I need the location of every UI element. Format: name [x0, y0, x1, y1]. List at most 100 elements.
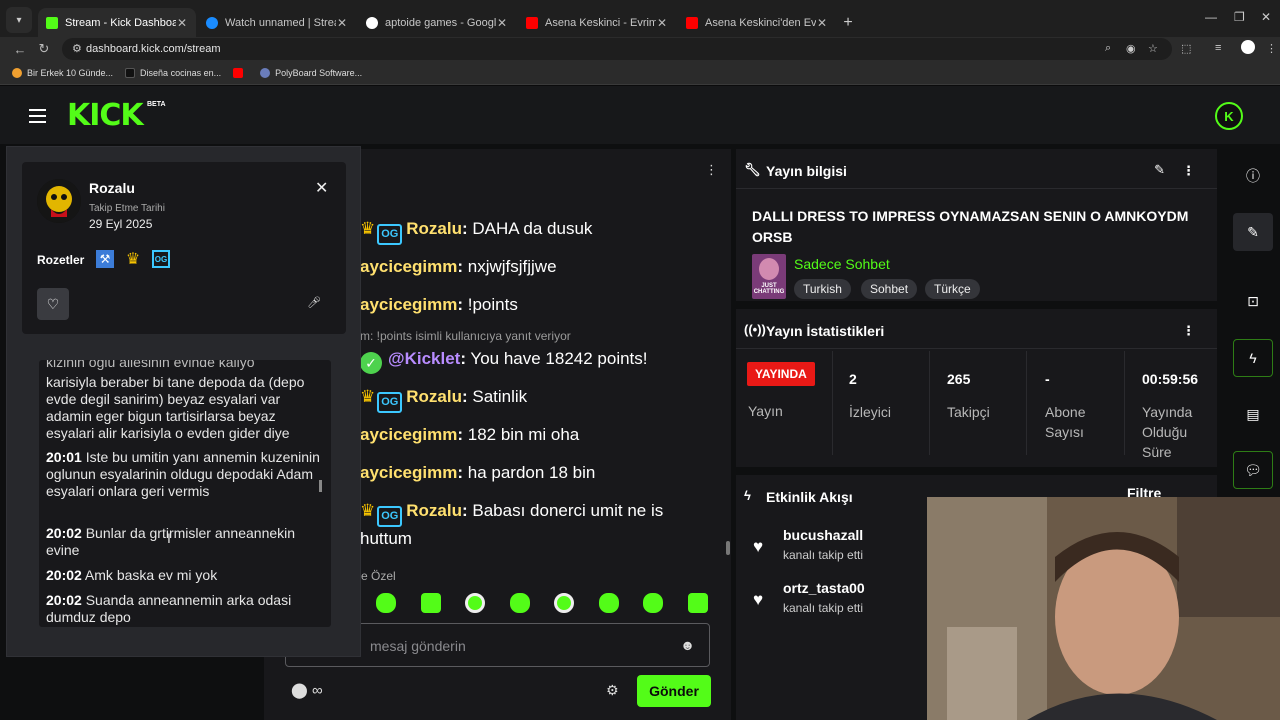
close-tab-icon[interactable]: ✕ — [336, 16, 348, 30]
bolt-icon[interactable]: ϟ — [1233, 339, 1273, 377]
chat-username[interactable]: Rozalu — [406, 501, 462, 520]
stat-viewers: 2 İzleyici — [832, 351, 929, 455]
stat-label: Yayında Olduğu Süre — [1142, 404, 1193, 460]
mute-icon[interactable]: 🎤︎ — [307, 296, 321, 309]
reload-icon[interactable]: ↻ — [32, 41, 56, 57]
category-thumbnail[interactable]: JUST CHATTING — [752, 254, 786, 299]
url-field[interactable]: dashboard.kick.com/stream — [62, 38, 1172, 60]
activity-item: ♥ ortz_tasta00 kanalı takip etti — [753, 580, 865, 615]
screen-capture-icon[interactable]: ⊡ — [1233, 282, 1273, 320]
badges-label: Rozetler — [37, 253, 85, 267]
chat-settings-icon[interactable]: ⚙ — [606, 682, 619, 699]
emote-icon[interactable] — [420, 593, 441, 613]
minimize-icon[interactable]: — — [1205, 10, 1217, 24]
chat-username[interactable]: aycicegimm — [360, 257, 457, 276]
close-window-icon[interactable]: ✕ — [1261, 10, 1271, 24]
chat-username[interactable]: aycicegimm — [360, 463, 457, 482]
activity-username[interactable]: ortz_tasta00 — [783, 580, 865, 596]
emote-icon[interactable] — [598, 593, 619, 613]
menu-icon[interactable] — [29, 109, 46, 127]
bookmarks-bar: Bir Erkek 10 Günde... Diseña cocinas en.… — [0, 61, 1280, 85]
close-tab-icon[interactable]: ✕ — [816, 16, 828, 30]
chat-username[interactable]: Rozalu — [406, 387, 462, 406]
tab-title: aptoide games - Google'da Ara — [385, 16, 496, 29]
chat-text: DAHA da dusuk — [467, 219, 593, 238]
chat-message: ♛ OG Rozalu: DAHA da dusuk — [360, 219, 592, 245]
more-options-icon[interactable]: ⋮ — [1182, 323, 1195, 339]
bookmark-item[interactable]: Diseña cocinas en... — [125, 67, 221, 78]
stream-tag[interactable]: Sohbet — [861, 279, 918, 299]
profile-avatar[interactable] — [1241, 40, 1255, 54]
info-icon[interactable]: ⓘ — [1233, 157, 1273, 195]
crown-badge-icon: ♛ — [360, 387, 376, 406]
emote-icon[interactable] — [554, 593, 574, 613]
chat-username[interactable]: aycicegimm — [360, 425, 457, 444]
chat-text: !points — [463, 295, 518, 314]
tab-search-button[interactable]: ▾ — [6, 7, 32, 33]
youtube-favicon — [526, 16, 538, 29]
bookmark-star-icon[interactable]: ☆ — [1148, 42, 1158, 55]
bookmark-item[interactable]: PolyBoard Software... — [260, 67, 362, 78]
close-tab-icon[interactable]: ✕ — [496, 16, 508, 30]
media-icon[interactable]: ≡ — [1215, 42, 1221, 54]
kick-profile-icon[interactable]: K — [1215, 102, 1243, 130]
tab-streamable[interactable]: Watch unnamed | Streamable✕ — [198, 8, 356, 37]
chat-footer-icons: ⬤ ∞ — [291, 681, 323, 699]
new-tab-button[interactable]: + — [836, 8, 860, 37]
history-text: kizinin oglu ailesinin evinde kaliyo — [46, 360, 255, 370]
tab-youtube-2[interactable]: Asena Keskinci'den Evrim Akın✕ — [678, 8, 836, 37]
stream-tag[interactable]: Turkish — [794, 279, 851, 299]
site-info-icon[interactable]: ⚙ — [72, 42, 82, 55]
emote-icon[interactable] — [509, 593, 530, 613]
document-icon[interactable]: ▤ — [1233, 395, 1273, 433]
back-icon[interactable]: ← — [8, 42, 32, 57]
chat-message: aycicegimm: ha pardon 18 bin — [360, 463, 596, 482]
eye-off-icon[interactable]: ◉ — [1126, 42, 1136, 55]
points-icon[interactable]: ⬤ — [291, 682, 308, 699]
history-text: Suanda anneannemin arka odasi dumduz dep… — [46, 592, 292, 625]
stream-tag[interactable]: Türkçe — [925, 279, 980, 299]
close-icon[interactable]: ✕ — [315, 178, 328, 198]
emoji-icon[interactable]: ☻ — [680, 637, 695, 653]
kick-logo[interactable]: KICK — [67, 98, 144, 133]
tab-kick-dashboard[interactable]: Stream - Kick Dashboard ✕ — [38, 8, 196, 37]
chat-scrollbar[interactable] — [726, 541, 730, 555]
emote-icon[interactable] — [465, 593, 485, 613]
activity-username[interactable]: bucushazall — [783, 527, 863, 543]
stat-duration: 00:59:56 Yayında Olduğu Süre — [1124, 351, 1217, 460]
extensions-icon[interactable]: ⬚ — [1181, 42, 1191, 55]
send-button[interactable]: Gönder — [637, 675, 711, 707]
close-tab-icon[interactable]: ✕ — [656, 16, 668, 30]
chat-text: You have 18242 points! — [466, 349, 648, 368]
category-name[interactable]: Sadece Sohbet — [794, 256, 890, 272]
browser-menu-icon[interactable]: ⋮ — [1266, 42, 1277, 55]
emote-icon[interactable] — [687, 593, 708, 613]
user-card-header: Rozalu Takip Etme Tarihi 29 Eyl 2025 ✕ R… — [22, 162, 346, 334]
stat-subscribers: - Abone Sayısı — [1026, 351, 1124, 455]
history-scrollbar[interactable] — [319, 480, 322, 492]
stream-info-panel: 🔧︎ Yayın bilgisi ✎ ⋮ DALLI DRESS TO IMPRESS… — [736, 149, 1217, 301]
close-tab-icon[interactable]: ✕ — [176, 16, 188, 30]
chat-username[interactable]: Rozalu — [406, 219, 462, 238]
history-text: Amk baska ev mi yok — [81, 567, 218, 583]
more-options-icon[interactable]: ⋮ — [1182, 163, 1195, 179]
webcam-overlay — [927, 497, 1280, 720]
message-history: kizinin oglu ailesinin evinde kaliyo kar… — [39, 360, 331, 627]
tab-youtube-1[interactable]: Asena Keskinci - Evrim Akın Ol✕ — [518, 8, 676, 37]
chat-options-icon[interactable]: ⋮ — [705, 162, 718, 178]
chat-bubble-icon[interactable]: 💬︎ — [1233, 451, 1273, 489]
edit-icon[interactable]: ✎ — [1233, 213, 1273, 251]
chat-username[interactable]: @Kicklet — [388, 349, 460, 368]
follow-heart-button[interactable]: ♡ — [37, 288, 69, 320]
maximize-icon[interactable]: ❐ — [1234, 10, 1245, 24]
emote-icon[interactable] — [643, 593, 663, 613]
chat-username[interactable]: aycicegimm — [360, 295, 457, 314]
panel-title: Yayın İstatistikleri — [766, 323, 885, 339]
tab-google-search[interactable]: aptoide games - Google'da Ara✕ — [358, 8, 516, 37]
bookmark-item[interactable] — [233, 67, 248, 78]
bookmark-item[interactable]: Bir Erkek 10 Günde... — [12, 67, 113, 78]
emote-icon[interactable] — [376, 593, 396, 613]
edit-icon[interactable]: ✎ — [1154, 162, 1165, 178]
bookmark-favicon — [260, 67, 271, 78]
zoom-icon[interactable]: ⌕ — [1105, 42, 1111, 55]
